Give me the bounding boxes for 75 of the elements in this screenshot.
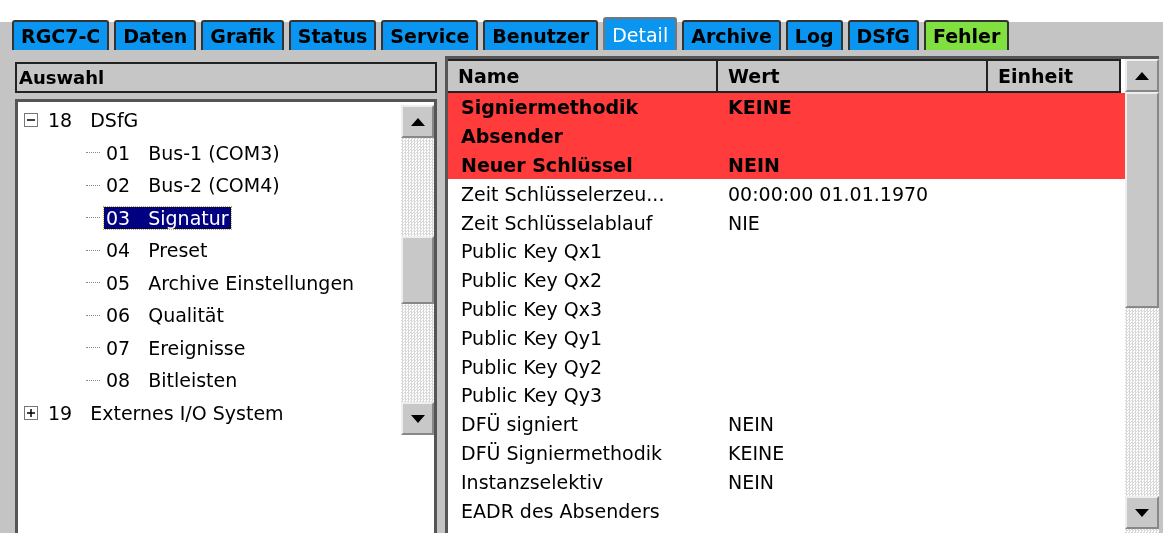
scroll-down-button[interactable] [401, 402, 434, 435]
table-row[interactable]: Public Key Qx1 [448, 237, 1125, 266]
table-cell-text: Zeit Schlüsselablauf [460, 211, 654, 234]
table-cell-text: Neuer Schlüssel [460, 154, 634, 176]
tree-item[interactable]: 06 Qualität [104, 304, 226, 327]
table-cell-text: KEINE [727, 441, 786, 464]
scroll-up-button[interactable] [1125, 59, 1159, 92]
scroll-down-button[interactable] [1125, 496, 1159, 529]
tree-item[interactable]: 05 Archive Einstellungen [104, 271, 357, 294]
table-row[interactable]: Public Key Qx3 [448, 294, 1125, 324]
table-cell-text: 00:00:00 01.01.1970 [727, 182, 930, 205]
table-cell-text: Signiermethodik [460, 96, 640, 119]
panel-header: Auswahl [15, 62, 437, 93]
error-row[interactable]: Neuer Schlüssel NEIN [448, 150, 1125, 180]
table-cell-text: Public Key Qx3 [460, 297, 604, 320]
tab[interactable]: RGC7-C [12, 20, 110, 50]
table-cell-text: NEIN [727, 470, 776, 493]
tab[interactable]: Service [381, 20, 479, 50]
tab[interactable]: Archive [682, 20, 781, 50]
scroll-up-button[interactable] [401, 105, 434, 138]
error-row[interactable]: Absender [448, 121, 1125, 151]
tree-item[interactable]: 07 Ereignisse [104, 336, 248, 359]
table-cell-text: KEINE [727, 96, 793, 119]
table-row[interactable]: Zeit Schlüsselablauf NIE [448, 208, 1125, 237]
tree-item[interactable]: 01 Bus-1 (COM3) [104, 141, 282, 164]
table-cell-text: Public Key Qx2 [460, 269, 604, 292]
tree-item[interactable]: 03 Signatur [104, 206, 231, 229]
tree-item[interactable]: 19 Externes I/O System [46, 401, 286, 424]
tab[interactable]: Log [785, 20, 843, 50]
column-header[interactable]: Einheit [988, 59, 1121, 93]
scroll-thumb[interactable] [1125, 92, 1159, 308]
scrollbar[interactable] [401, 105, 434, 435]
table-row[interactable]: Instanzselektiv NEIN [448, 467, 1125, 497]
scroll-thumb[interactable] [401, 236, 434, 304]
table-cell-text: Absender [460, 125, 564, 148]
tab[interactable]: Grafik [201, 20, 284, 50]
tree-item[interactable]: 02 Bus-2 (COM4) [104, 174, 282, 197]
table-cell-text: DFÜ Signiermethodik [460, 441, 664, 464]
table-cell-text: Zeit Schlüsselerzeu... [460, 182, 666, 205]
tree-item[interactable]: 18 DSfG [46, 109, 141, 132]
table-row[interactable]: Public Key Qy2 [448, 352, 1125, 381]
table-row[interactable]: EADR des Absenders [448, 496, 1125, 525]
table-row[interactable]: Zeit Schlüsselerzeu... 00:00:00 01.01.1970 [448, 179, 1125, 209]
column-header[interactable]: Wert [718, 59, 988, 93]
expand-icon[interactable] [24, 405, 38, 420]
table-cell-text: Public Key Qy3 [460, 384, 604, 407]
table-cell-text: Public Key Qx1 [460, 240, 604, 263]
tab[interactable]: Fehler [923, 20, 1010, 50]
table-row[interactable]: DFÜ Signiermethodik KEINE [448, 438, 1125, 468]
error-row[interactable]: Signiermethodik KEINE [448, 93, 1125, 122]
column-header[interactable]: Name [448, 59, 718, 93]
table-cell-text: NEIN [727, 154, 781, 176]
table-cell-text: NIE [727, 211, 761, 234]
tree-item[interactable]: 08 Bitleisten [104, 369, 240, 392]
table-cell-text: EADR des Absenders [460, 499, 661, 522]
table-row[interactable]: Public Key Qy3 [448, 380, 1125, 410]
table-cell-text: Public Key Qy2 [460, 355, 604, 378]
table-row[interactable]: DFÜ signiert NEIN [448, 409, 1125, 439]
up-arrow-icon [1135, 71, 1149, 80]
tab[interactable]: Status [288, 20, 377, 50]
scrollbar[interactable] [1125, 59, 1159, 533]
table-cell-text: Public Key Qy1 [460, 326, 604, 349]
up-arrow-icon [410, 117, 425, 126]
table-cell-text: DFÜ signiert [460, 413, 579, 436]
tab[interactable]: Benutzer [483, 20, 599, 50]
table-row[interactable]: Public Key Qy1 [448, 323, 1125, 353]
down-arrow-icon [1135, 508, 1149, 517]
down-arrow-icon [410, 414, 425, 423]
table-row[interactable]: Public Key Qx2 [448, 265, 1125, 295]
tab[interactable]: DSfG [847, 20, 919, 50]
table-cell-text: NEIN [727, 413, 776, 436]
tab[interactable]: Daten [114, 20, 197, 50]
table-cell-text: Instanzselektiv [460, 470, 605, 493]
tree-item[interactable]: 04 Preset [104, 239, 210, 262]
collapse-icon[interactable] [24, 113, 38, 128]
